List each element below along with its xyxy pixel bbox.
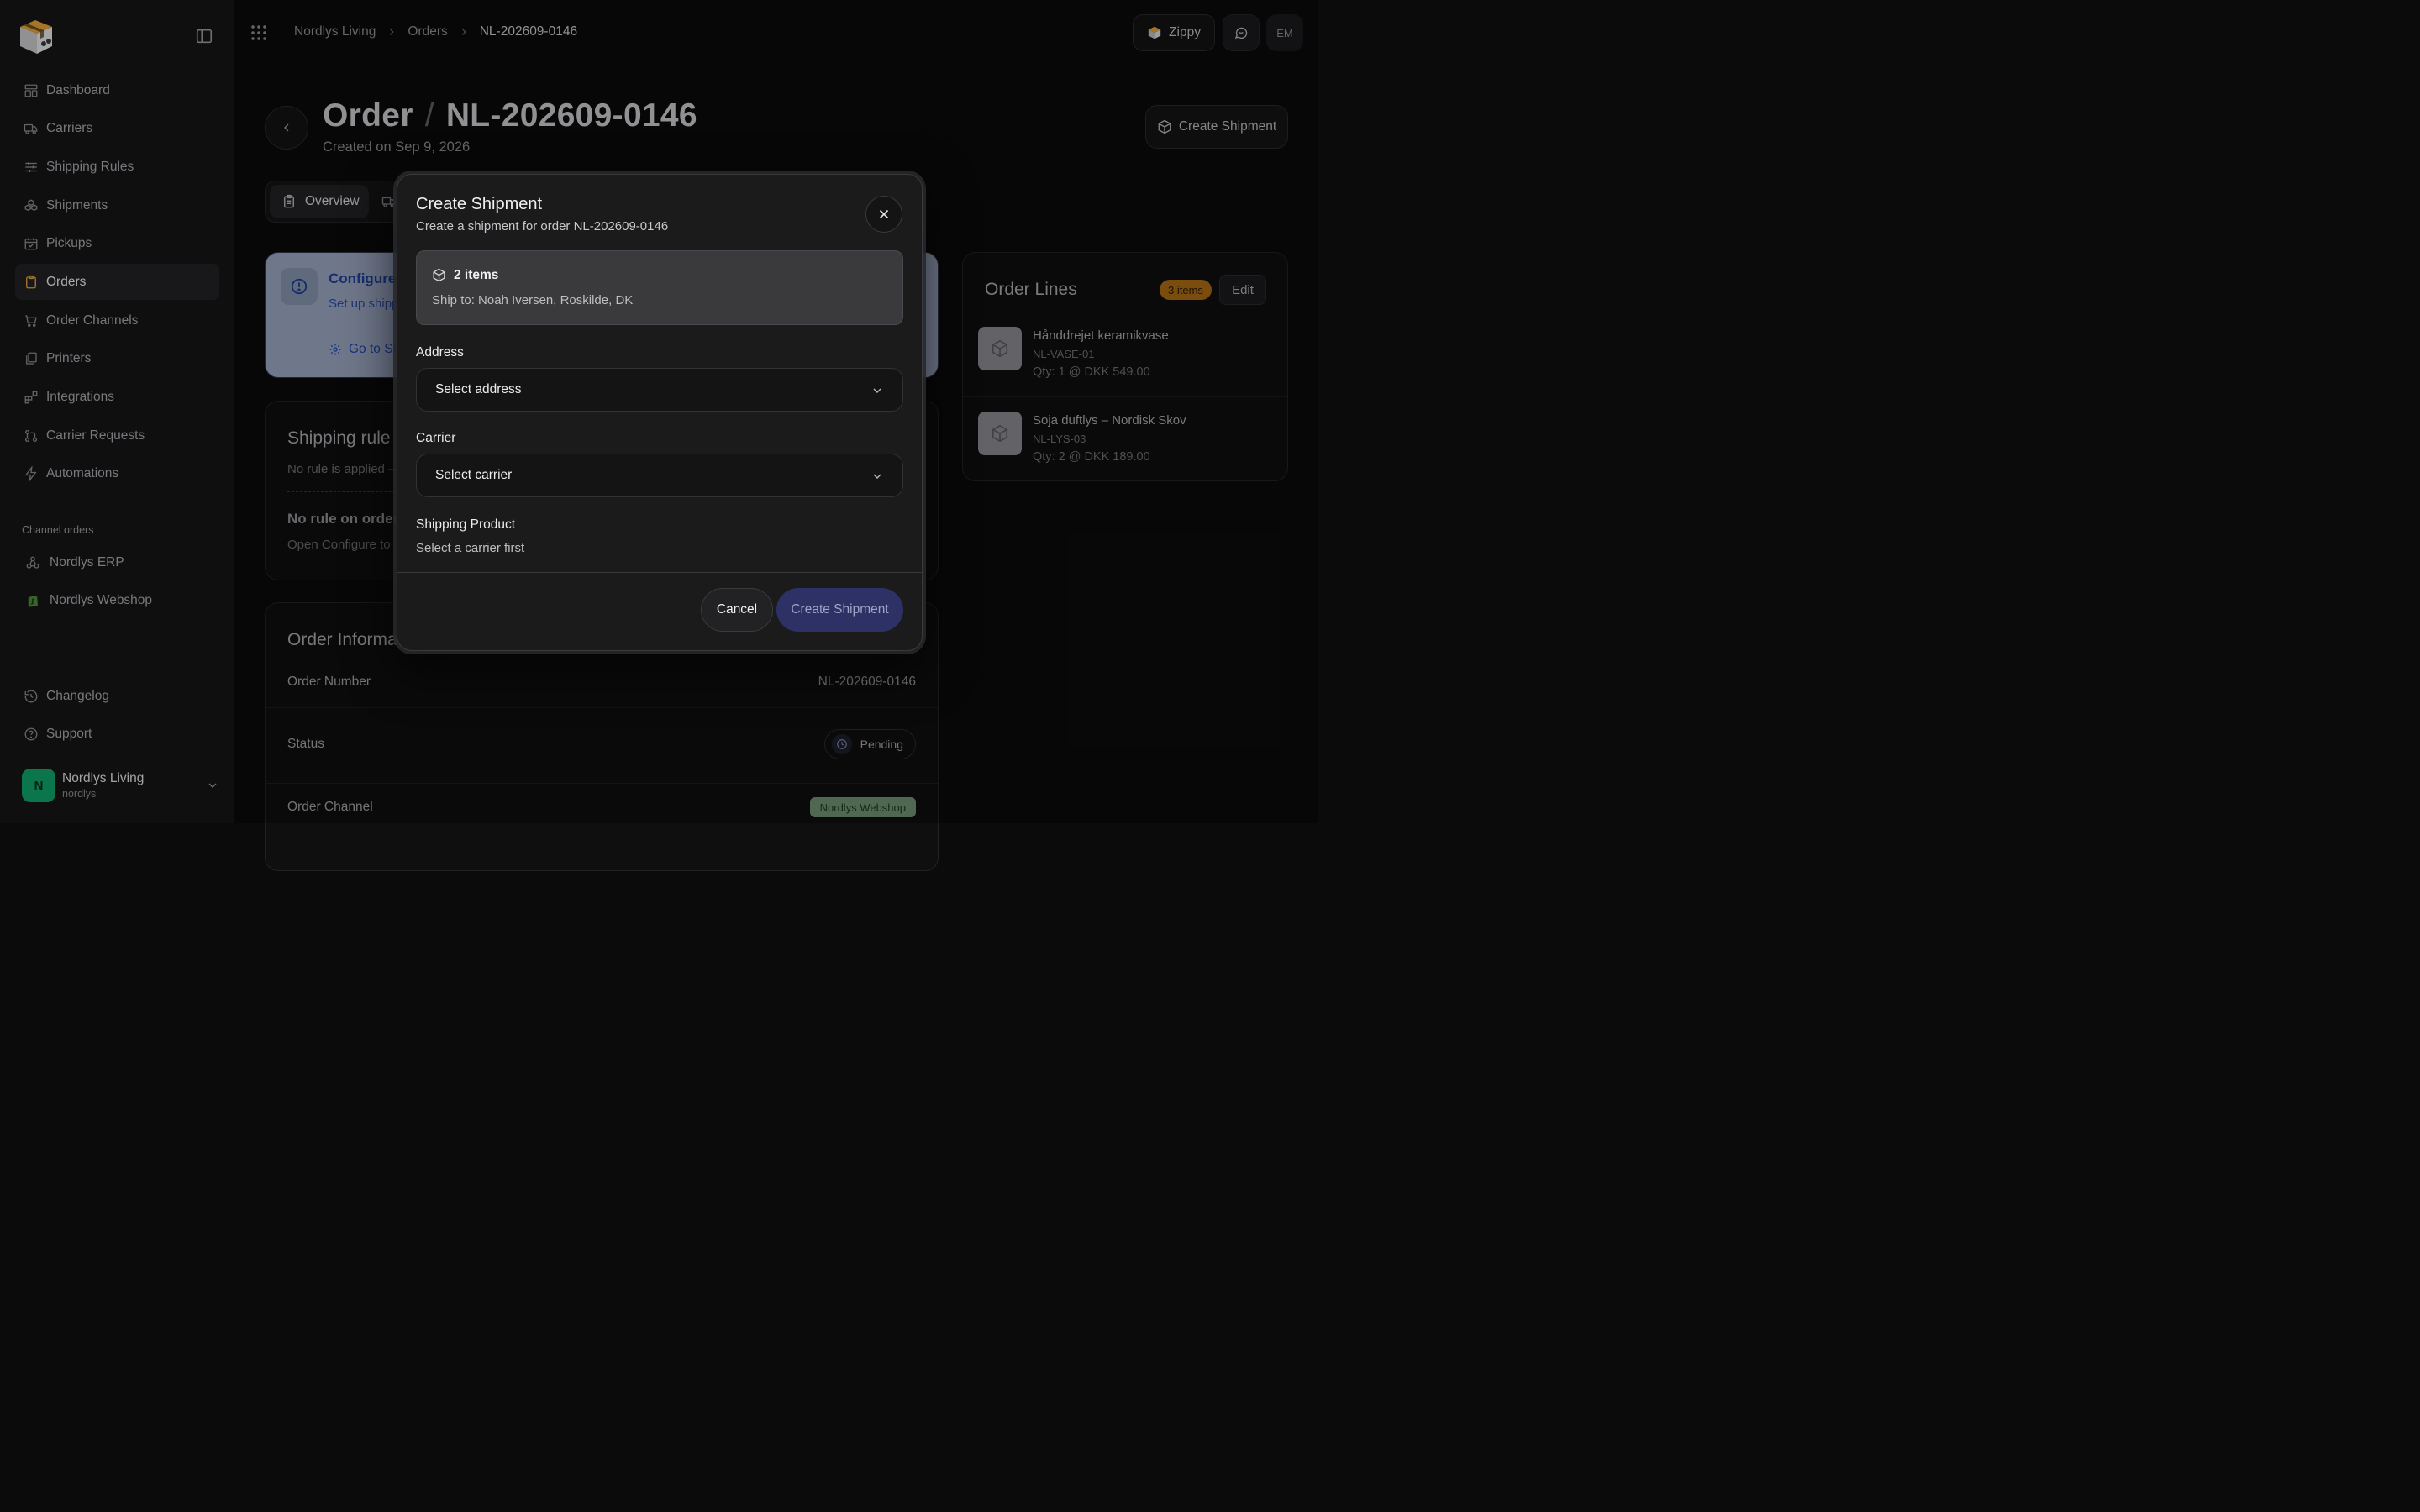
items-count: 2 items (454, 268, 499, 282)
divider (397, 572, 922, 573)
cancel-button[interactable]: Cancel (701, 588, 773, 632)
create-shipment-dialog: Create Shipment Create a shipment for or… (397, 174, 923, 651)
ship-to: Ship to: Noah Iversen, Roskilde, DK (432, 293, 634, 307)
dialog-subtitle: Create a shipment for order NL-202609-01… (416, 219, 669, 234)
create-shipment-submit-button[interactable]: Create Shipment (776, 588, 903, 632)
address-select-value: Select address (435, 382, 522, 396)
carrier-select-value: Select carrier (435, 468, 513, 482)
address-select[interactable]: Select address (416, 368, 903, 412)
carrier-select[interactable]: Select carrier (416, 454, 903, 497)
address-label: Address (416, 345, 464, 360)
carrier-label: Carrier (416, 431, 456, 445)
close-button[interactable] (865, 196, 902, 233)
chevron-down-icon (871, 384, 884, 397)
shipping-product-hint: Select a carrier first (416, 541, 525, 555)
package-icon (432, 268, 446, 282)
shipment-summary: 2 items Ship to: Noah Iversen, Roskilde,… (416, 250, 903, 325)
dialog-title: Create Shipment (416, 195, 543, 213)
close-icon (876, 207, 892, 222)
shipping-product-label: Shipping Product (416, 517, 516, 532)
chevron-down-icon (871, 470, 884, 483)
